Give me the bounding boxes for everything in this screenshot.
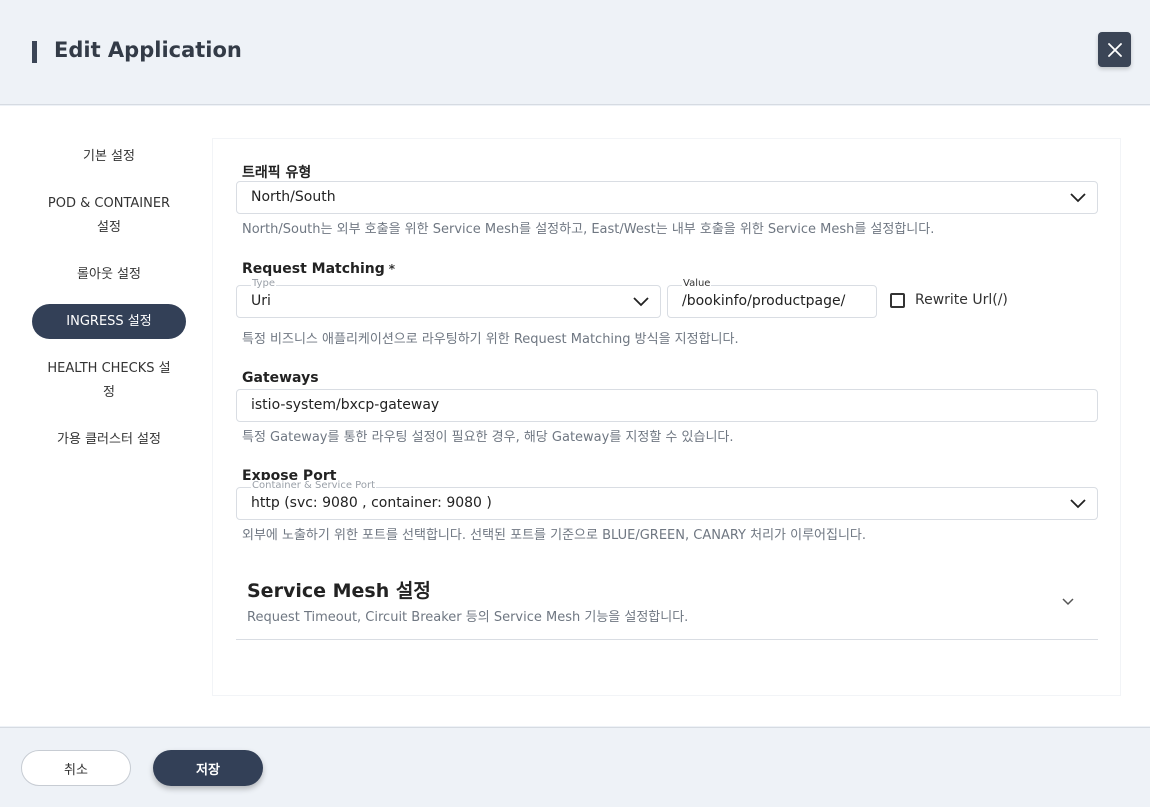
save-button[interactable]: 저장 [153,750,263,786]
dialog-header: Edit Application [0,0,1150,105]
match-type-float-label: Type [251,278,276,290]
chevron-down-icon [1070,499,1086,509]
match-value-text: /bookinfo/productpage/ [682,293,846,309]
rewrite-url-option[interactable]: Rewrite Url(/) [890,292,1008,308]
expose-port-value: http (svc: 9080 , container: 9080 ) [251,495,492,511]
close-button[interactable] [1098,32,1131,67]
title-accent-bar [32,41,37,63]
chevron-down-icon [633,297,649,307]
match-type-value: Uri [251,293,271,309]
sidebar-item-clusters[interactable]: 가용 클러스터 설정 [32,428,186,452]
service-mesh-accordion[interactable]: Service Mesh 설정 Request Timeout, Circuit… [236,568,1098,640]
traffic-type-select[interactable]: North/South [236,181,1098,214]
sidebar-item-health-checks[interactable]: HEALTH CHECKS 설정 [32,357,186,405]
traffic-type-help: North/South는 외부 호출을 위한 Service Mesh를 설정하… [242,222,935,237]
expose-port-float-label: Container & Service Port [251,480,376,492]
service-mesh-subtitle: Request Timeout, Circuit Breaker 등의 Serv… [247,610,689,625]
required-mark: * [388,262,396,276]
request-matching-help: 특정 비즈니스 애플리케이션으로 라우팅하기 위한 Request Matchi… [242,332,739,347]
service-mesh-title: Service Mesh 설정 [247,580,431,602]
rewrite-url-checkbox[interactable] [890,292,905,308]
match-type-select[interactable]: Type Uri [236,278,661,318]
gateways-help: 특정 Gateway를 통한 라우팅 설정이 필요한 경우, 해당 Gatewa… [242,430,734,445]
sidebar-item-rollout[interactable]: 롤아웃 설정 [32,263,186,287]
match-value-float-label: Value [682,278,712,290]
sidebar-item-basic[interactable]: 기본 설정 [32,145,186,169]
request-matching-label: Request Matching * [242,261,395,277]
chevron-down-icon [1070,193,1086,203]
expose-port-help: 외부에 노출하기 위한 포트를 선택합니다. 선택된 포트를 기준으로 BLUE… [242,528,867,543]
close-icon [1107,42,1122,57]
traffic-type-value: North/South [251,189,336,205]
expose-port-select[interactable]: Container & Service Port http (svc: 9080… [236,480,1098,520]
cancel-button[interactable]: 취소 [21,750,131,786]
chevron-down-icon [1062,598,1074,606]
sidebar-item-ingress[interactable]: INGRESS 설정 [32,304,186,339]
match-value-input[interactable]: Value /bookinfo/productpage/ [667,278,877,318]
gateways-input[interactable]: istio-system/bxcp-gateway [236,389,1098,422]
sidebar-item-pod-container[interactable]: POD & CONTAINER 설정 [32,192,186,240]
rewrite-url-label: Rewrite Url(/) [915,292,1008,308]
page-title: Edit Application [54,38,242,62]
gateways-value: istio-system/bxcp-gateway [251,397,440,413]
request-matching-label-text: Request Matching [242,261,385,277]
traffic-type-label: 트래픽 유형 [242,165,312,181]
gateways-label: Gateways [242,370,319,386]
